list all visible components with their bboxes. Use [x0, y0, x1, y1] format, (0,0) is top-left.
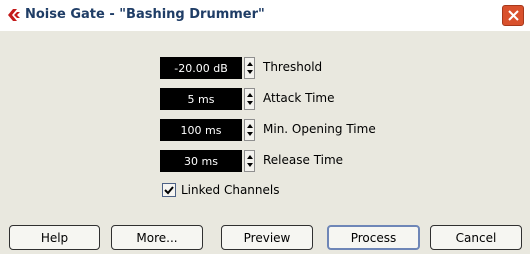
- cancel-button[interactable]: Cancel: [430, 225, 522, 250]
- spin-down-icon[interactable]: [246, 68, 254, 77]
- close-button[interactable]: [502, 5, 524, 26]
- release-time-spinner[interactable]: [244, 150, 255, 172]
- attack-time-field[interactable]: 5 ms: [160, 88, 242, 110]
- min-opening-time-label: Min. Opening Time: [263, 122, 376, 136]
- linked-channels-checkbox[interactable]: [162, 183, 176, 197]
- spin-up-icon[interactable]: [246, 121, 254, 130]
- release-time-field[interactable]: 30 ms: [160, 150, 242, 172]
- help-button[interactable]: Help: [9, 225, 100, 250]
- cubase-logo-icon: [8, 9, 20, 21]
- more-button[interactable]: More...: [111, 225, 203, 250]
- attack-time-label: Attack Time: [263, 91, 335, 105]
- close-icon: [508, 10, 519, 21]
- attack-time-spinner[interactable]: [244, 88, 255, 110]
- spin-up-icon[interactable]: [246, 59, 254, 68]
- min-opening-time-spinner[interactable]: [244, 119, 255, 141]
- noise-gate-dialog: Noise Gate - "Bashing Drummer" -20.00 dB…: [0, 0, 530, 254]
- spin-down-icon[interactable]: [246, 130, 254, 139]
- threshold-label: Threshold: [263, 60, 323, 74]
- process-button[interactable]: Process: [327, 225, 420, 250]
- threshold-field[interactable]: -20.00 dB: [160, 57, 242, 79]
- spin-down-icon[interactable]: [246, 161, 254, 170]
- window-title: Noise Gate - "Bashing Drummer": [25, 7, 265, 22]
- spin-up-icon[interactable]: [246, 90, 254, 99]
- button-bar: Help More... Preview Process Cancel: [0, 223, 530, 254]
- linked-channels-label: Linked Channels: [181, 183, 280, 197]
- threshold-spinner[interactable]: [244, 57, 255, 79]
- spin-down-icon[interactable]: [246, 99, 254, 108]
- title-bar[interactable]: Noise Gate - "Bashing Drummer": [0, 0, 530, 31]
- checkmark-icon: [164, 186, 174, 195]
- preview-button[interactable]: Preview: [221, 225, 313, 250]
- min-opening-time-field[interactable]: 100 ms: [160, 119, 242, 141]
- release-time-label: Release Time: [263, 153, 344, 167]
- spin-up-icon[interactable]: [246, 152, 254, 161]
- dialog-content: -20.00 dB Threshold 5 ms Attack Time 100…: [0, 31, 530, 223]
